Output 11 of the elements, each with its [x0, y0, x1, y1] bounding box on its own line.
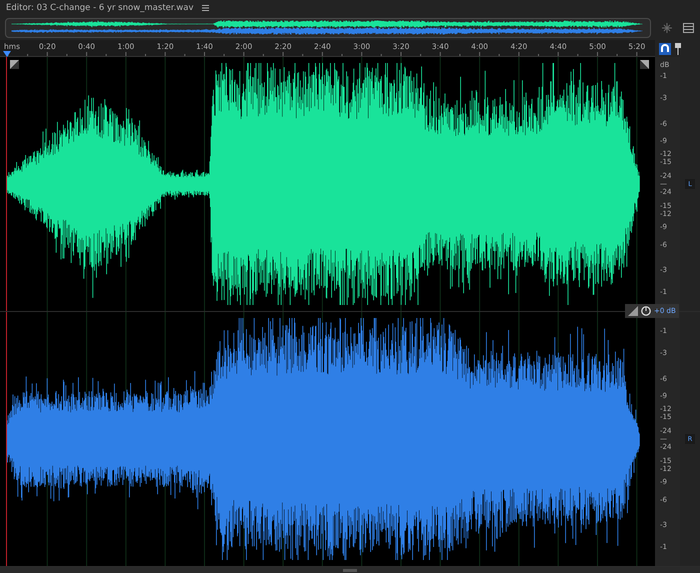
editor-title: Editor: 03 C-change - 6 yr snow_master.wav	[6, 3, 194, 13]
knob-icon[interactable]	[641, 306, 651, 316]
list-icon[interactable]	[683, 23, 694, 33]
magnet-icon[interactable]	[659, 42, 671, 54]
fade-in-handle-icon[interactable]	[10, 60, 19, 69]
pin-icon[interactable]	[675, 42, 681, 54]
scrollbar-handle[interactable]	[343, 568, 357, 572]
fade-out-handle-icon[interactable]	[640, 60, 649, 69]
overview-waveform[interactable]	[5, 18, 652, 38]
menu-icon[interactable]	[202, 5, 208, 11]
level-bars-icon	[628, 306, 638, 316]
